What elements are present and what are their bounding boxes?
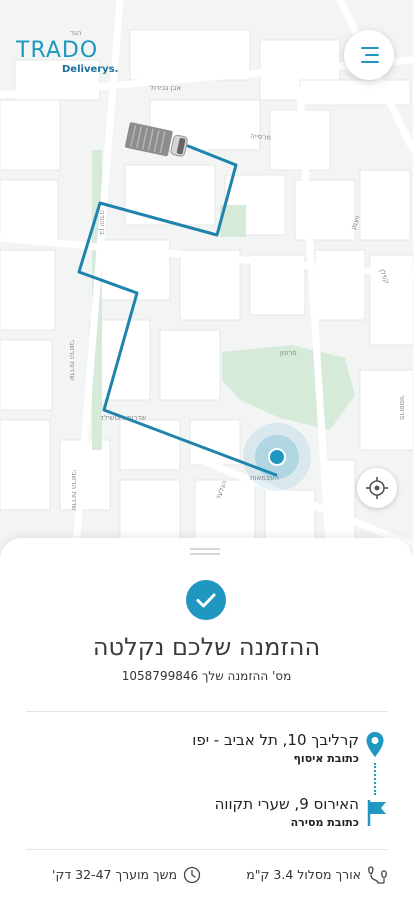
divider <box>26 849 388 850</box>
order-status-title: ההזמנה שלכם נקלטה <box>92 633 321 661</box>
street-label: פרוטן <box>280 349 297 357</box>
checkmark-icon <box>196 593 216 608</box>
order-number-label: מס' ההזמנה שלך <box>201 669 292 683</box>
logo-subtext: Deliverys. <box>62 64 119 75</box>
estimated-duration: משך מוערך 32-47 דק' <box>52 867 177 882</box>
sheet-drag-handle[interactable] <box>190 548 220 550</box>
crosshair-icon <box>366 477 388 499</box>
street-label: שדרות הרשבי <box>68 340 76 381</box>
map-canvas: שדרות הרשבי שדרות הרשבי בן יהודה מרסייה … <box>0 0 413 560</box>
route-connector <box>374 763 376 795</box>
menu-button[interactable] <box>344 30 394 80</box>
success-badge <box>186 580 226 620</box>
order-number: מס' ההזמנה שלך 1058799846 <box>0 669 413 683</box>
street-label: שדרות הרשבי <box>70 470 78 511</box>
order-number-value: 1058799846 <box>121 669 199 683</box>
locate-button[interactable] <box>357 468 397 508</box>
route-length: אורך מסלול 3.4 ק"מ <box>246 867 361 882</box>
pickup-address-label: כתובת איסוף <box>293 752 360 765</box>
route-length-label: אורך מסלול <box>297 867 361 882</box>
divider <box>26 711 388 712</box>
destination-marker <box>243 423 311 491</box>
street-label: פרופסור <box>398 395 406 420</box>
dropoff-address-text: האירוס 9, שערי תקווה <box>214 795 359 813</box>
trado-logo: TRADO Deliverys. <box>16 38 126 78</box>
pickup-address-text: קרליבך 10, תל אביב - יפו <box>192 731 359 749</box>
flag-icon <box>367 800 386 826</box>
route-icon <box>368 866 387 884</box>
map-view[interactable]: שדרות הרשבי שדרות הרשבי בן יהודה מרסייה … <box>0 0 413 560</box>
dropoff-address: האירוס 9, שערי תקווה כתובת מסירה <box>215 795 359 829</box>
street-label: אבן גבירול <box>150 84 182 92</box>
clock-icon <box>183 866 201 884</box>
street-label: הגר <box>70 29 81 37</box>
street-label: בן יהודה <box>98 210 106 235</box>
menu-icon <box>361 47 379 49</box>
duration-label: משך מוערך <box>115 867 177 882</box>
pickup-address: קרליבך 10, תל אביב - יפו כתובת איסוף <box>192 731 359 765</box>
route-length-value: 3.4 ק"מ <box>246 867 294 882</box>
location-pin-icon <box>366 732 384 757</box>
logo-text: TRADO <box>16 38 99 63</box>
dropoff-address-label: כתובת מסירה <box>290 816 359 829</box>
duration-value: 32-47 דק' <box>52 867 112 882</box>
